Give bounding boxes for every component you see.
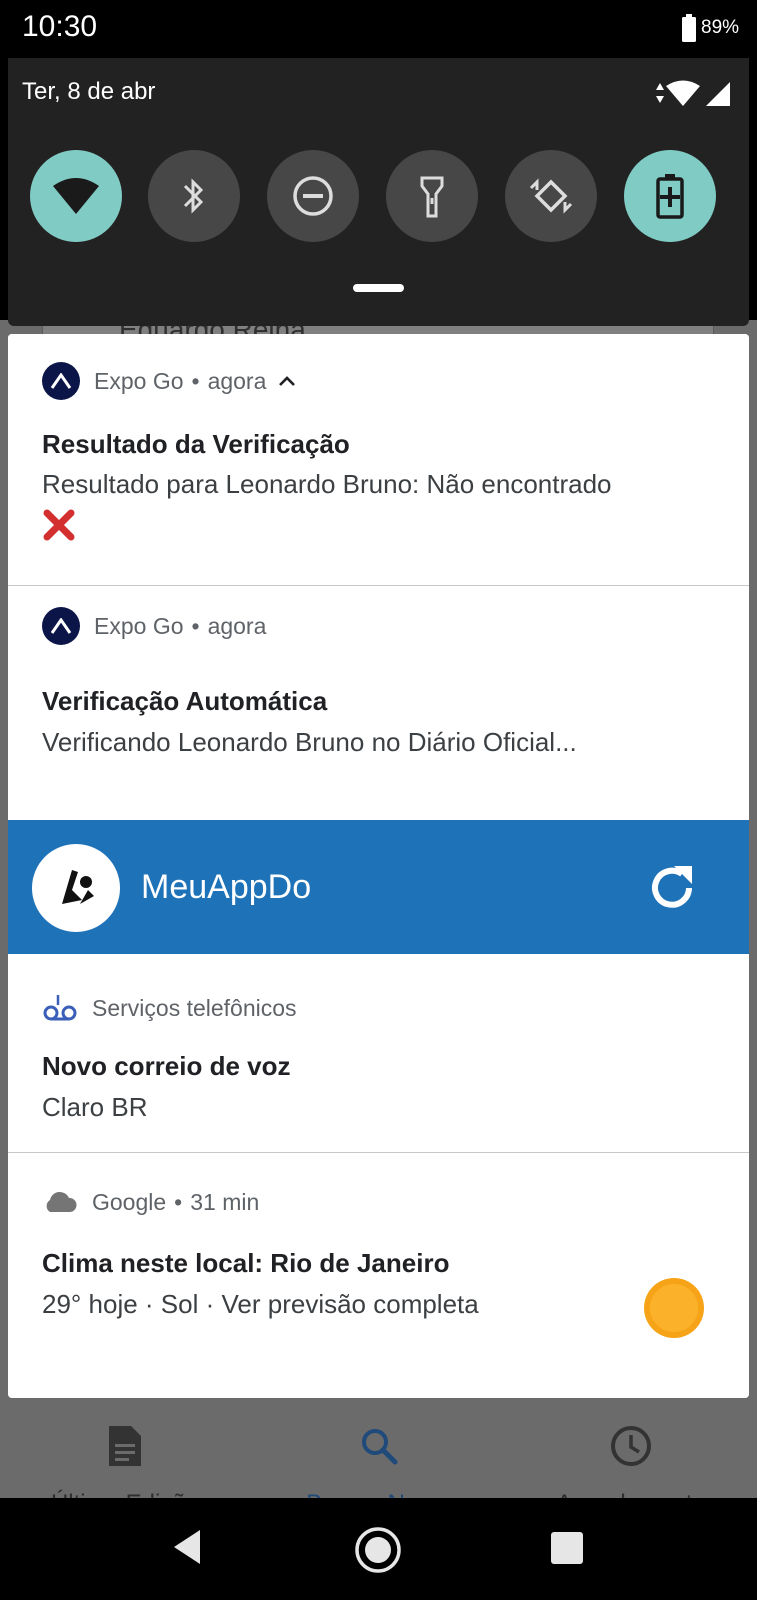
notification-header: Expo Go • agora — [42, 606, 266, 646]
status-time: 10:30 — [22, 10, 98, 43]
tile-do-not-disturb[interactable] — [267, 150, 359, 242]
bluetooth-icon — [183, 178, 204, 214]
qs-date: Ter, 8 de abr — [22, 78, 156, 105]
notification-body: Claro BR — [42, 1092, 148, 1122]
battery-saver-icon — [656, 174, 684, 219]
notification-header: Expo Go • agora — [42, 361, 296, 401]
quick-settings-panel: Ter, 8 de abr — [8, 58, 749, 326]
expo-go-icon — [42, 362, 80, 400]
clock-icon — [611, 1426, 651, 1466]
battery-icon — [682, 14, 696, 42]
notification-header: Google • 31 min — [42, 1182, 259, 1222]
back-icon[interactable] — [170, 1528, 204, 1566]
notification-time: 31 min — [190, 1188, 260, 1215]
tile-wifi[interactable] — [30, 150, 122, 242]
recents-icon[interactable] — [551, 1532, 583, 1564]
cloud-icon — [46, 1191, 77, 1212]
notification-time: agora — [207, 367, 267, 394]
notification-expo-result[interactable]: Expo Go • agora Resultado da Verificação… — [8, 334, 749, 584]
home-icon[interactable] — [354, 1526, 402, 1574]
notification-shade: Expo Go • agora Resultado da Verificação… — [8, 334, 749, 1398]
expo-go-icon — [42, 607, 80, 645]
chevron-up-icon[interactable] — [278, 375, 296, 387]
cross-mark-text: ❌ — [42, 508, 72, 540]
navigation-bar — [0, 1498, 757, 1600]
separator-dot: • — [191, 367, 200, 394]
notification-voicemail[interactable]: Serviços telefônicos Novo correio de voz… — [8, 954, 749, 1152]
voicemail-icon — [43, 995, 77, 1021]
meuappdo-logo — [32, 844, 120, 932]
meuappdo-logo-icon — [62, 870, 94, 904]
notification-title: Verificação Automática — [42, 686, 328, 716]
network-status-icons — [656, 80, 730, 106]
cross-mark-emoji: ❌ — [42, 508, 76, 549]
separator-dot: • — [191, 612, 200, 639]
notification-title: Resultado da Verificação — [42, 429, 350, 459]
app-name: Expo Go — [94, 612, 184, 639]
tile-flashlight[interactable] — [386, 150, 478, 242]
sun-icon — [644, 1278, 704, 1338]
notification-body: 29° hoje · Sol · Ver previsão completa — [42, 1289, 479, 1319]
document-icon — [109, 1426, 141, 1466]
do-not-disturb-icon — [293, 176, 333, 216]
app-name: Expo Go — [94, 367, 184, 394]
search-icon — [362, 1429, 398, 1465]
wifi-icon — [53, 178, 99, 214]
refresh-icon[interactable] — [644, 860, 700, 916]
battery-percent: 89% — [701, 17, 740, 38]
notification-meuappdo[interactable]: MeuAppDo — [8, 820, 749, 954]
notification-title: Clima neste local: Rio de Janeiro — [42, 1248, 450, 1278]
auto-rotate-icon — [529, 178, 573, 214]
tile-battery-saver[interactable] — [624, 150, 716, 242]
notification-title: Novo correio de voz — [42, 1051, 291, 1081]
notification-time: agora — [207, 612, 267, 639]
tile-auto-rotate[interactable] — [505, 150, 597, 242]
tile-bluetooth[interactable] — [148, 150, 240, 242]
notification-header: Serviços telefônicos — [42, 988, 297, 1028]
status-bar: 10:30 89% — [0, 0, 757, 58]
notification-body: Verificando Leonardo Bruno no Diário Ofi… — [42, 727, 577, 757]
app-name: Google — [92, 1188, 167, 1215]
notification-google-weather[interactable]: Google • 31 min Clima neste local: Rio d… — [8, 1153, 749, 1398]
meuappdo-name: MeuAppDo — [141, 868, 312, 906]
notification-expo-check[interactable]: Expo Go • agora Verificação Automática V… — [8, 586, 749, 820]
notification-body: Resultado para Leonardo Bruno: Não encon… — [42, 469, 612, 499]
flashlight-icon — [420, 176, 444, 218]
app-name: Serviços telefônicos — [92, 994, 297, 1021]
qs-drag-handle[interactable] — [353, 284, 404, 292]
separator-dot: • — [174, 1188, 183, 1215]
